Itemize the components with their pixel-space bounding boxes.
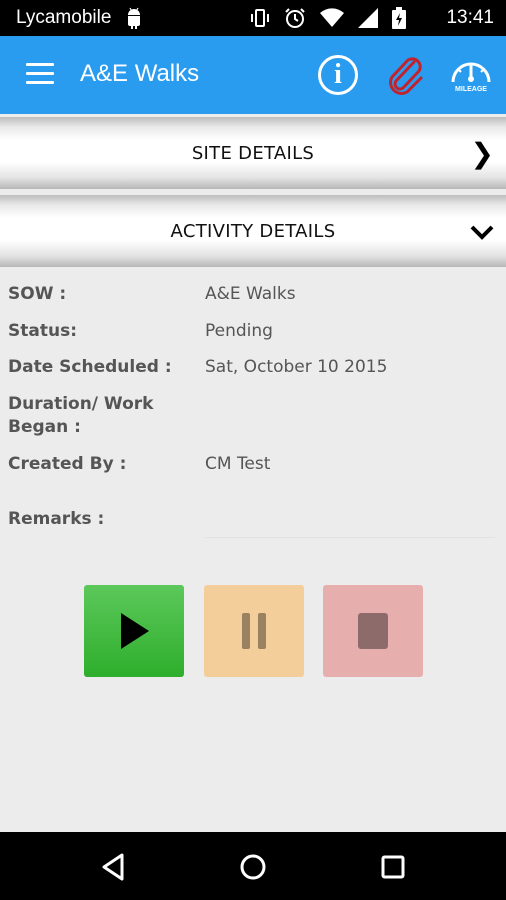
stop-button[interactable] [323,585,423,677]
home-icon[interactable] [236,850,270,884]
carrier-name: Lycamobile [16,7,112,28]
info-glyph: i [334,59,342,90]
mileage-gauge-icon[interactable]: MILEAGE [450,56,492,94]
paperclip-icon[interactable] [384,54,428,98]
date-scheduled-label: Date Scheduled : [8,357,172,377]
remarks-underline [205,537,495,538]
site-details-header[interactable]: SITE DETAILS ❯ [0,117,506,189]
page-title: A&E Walks [80,60,200,87]
mileage-label: MILEAGE [455,86,487,93]
android-icon [128,7,140,29]
remarks-label: Remarks : [8,509,105,529]
site-details-label: SITE DETAILS [191,143,315,164]
info-icon[interactable]: i [318,55,358,95]
pause-button[interactable] [204,585,304,677]
recents-icon[interactable] [376,850,410,884]
wifi-icon [320,8,344,27]
chevron-down-icon [470,225,494,240]
app-bar: A&E Walks i MILEAGE [0,36,506,114]
back-icon[interactable] [96,850,130,884]
battery-icon [392,7,406,29]
date-scheduled-value: Sat, October 10 2015 [205,357,388,377]
chevron-right-icon: ❯ [470,137,494,170]
signal-icon [358,8,378,28]
vibrate-icon [251,9,269,27]
hamburger-menu-icon[interactable] [26,63,54,85]
sow-value: A&E Walks [205,284,296,304]
play-icon [121,613,149,649]
status-label: Status: [8,321,77,341]
sow-label: SOW : [8,284,67,304]
play-button[interactable] [84,585,184,677]
activity-details-header[interactable]: ACTIVITY DETAILS [0,195,506,267]
system-nav-bar [0,832,506,900]
stop-icon [358,613,388,649]
activity-details-label: ACTIVITY DETAILS [170,221,336,242]
clock: 13:41 [446,7,494,28]
pause-icon [238,613,270,649]
created-by-label: Created By : [8,454,127,474]
status-bar: Lycamobile 13:41 [0,0,506,36]
duration-label: Duration/ Work Began : [8,394,154,437]
alarm-icon [285,8,305,28]
status-value: Pending [205,321,273,341]
created-by-value: CM Test [205,454,271,474]
